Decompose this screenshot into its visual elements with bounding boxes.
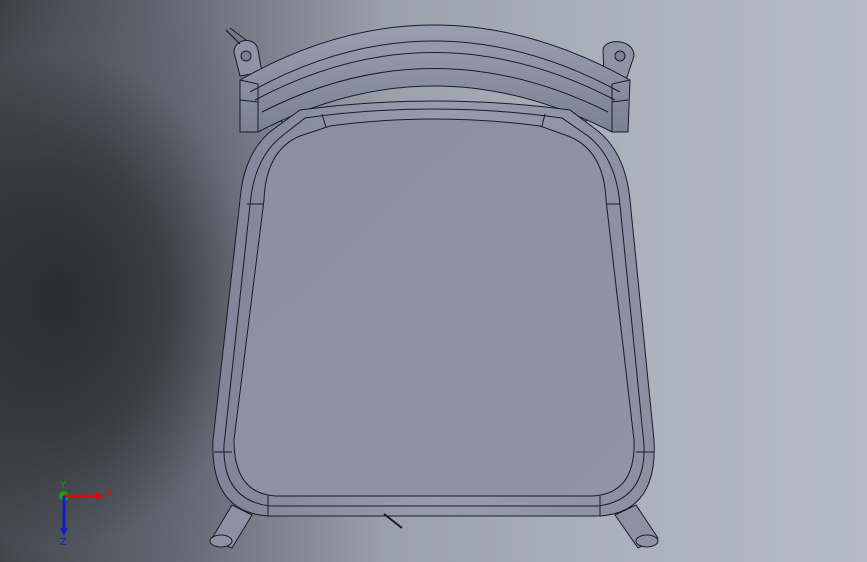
z-axis-label: Z — [60, 537, 67, 548]
reference-triad: X Y Z — [40, 478, 120, 548]
triad-axes: X Y Z — [59, 480, 113, 548]
x-axis-label: X — [106, 488, 113, 499]
clip-left[interactable] — [225, 27, 263, 77]
chair-model[interactable] — [0, 0, 867, 562]
seat-pad[interactable] — [233, 118, 635, 497]
y-axis-label: Y — [59, 480, 67, 491]
graphics-viewport[interactable]: X Y Z — [0, 0, 867, 562]
